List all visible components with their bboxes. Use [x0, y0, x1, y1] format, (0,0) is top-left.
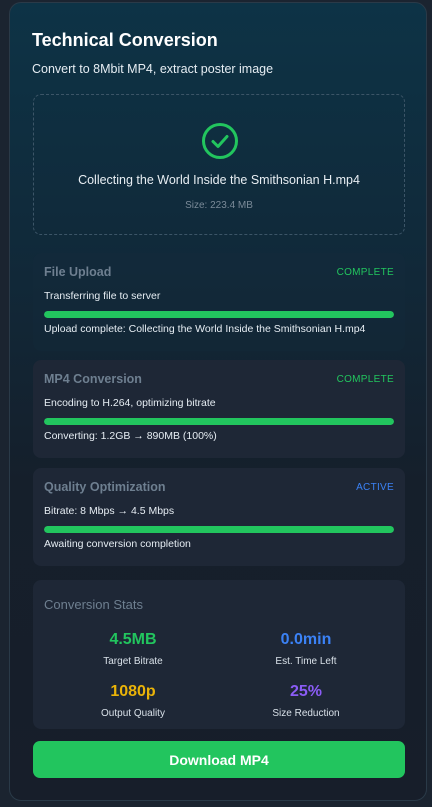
- stat-label: Target Bitrate: [103, 656, 163, 667]
- step-note: Awaiting conversion completion: [44, 538, 191, 550]
- step-description: Bitrate: 8 Mbps → 4.5 Mbps: [44, 505, 175, 517]
- stat-time-left: 0.0min Est. Time Left: [221, 631, 391, 667]
- stats-title: Conversion Stats: [44, 597, 143, 612]
- download-mp4-button[interactable]: Download MP4: [33, 741, 405, 778]
- stat-label: Size Reduction: [272, 708, 340, 719]
- progress-fill: [44, 526, 394, 533]
- page-title: Technical Conversion: [32, 30, 218, 50]
- status-badge: COMPLETE: [336, 267, 394, 278]
- stat-value: 0.0min: [280, 631, 332, 648]
- status-badge: COMPLETE: [336, 374, 394, 385]
- stat-value: 25%: [289, 683, 323, 700]
- stat-label: Output Quality: [101, 708, 165, 719]
- progress-bar: [44, 311, 394, 318]
- progress-fill: [44, 311, 394, 318]
- step-title: Quality Optimization: [44, 480, 166, 494]
- step-file-upload: File Upload COMPLETE Transferring file t…: [33, 253, 405, 351]
- progress-bar: [44, 526, 394, 533]
- step-note: Converting: 1.2GB → 890MB (100%): [44, 430, 217, 442]
- stat-target-bitrate: 4.5MB Target Bitrate: [48, 631, 218, 667]
- step-title: MP4 Conversion: [44, 372, 142, 386]
- step-title: File Upload: [44, 265, 112, 279]
- check-circle-icon: [202, 123, 238, 159]
- step-description: Encoding to H.264, optimizing bitrate: [44, 397, 216, 409]
- conversion-stats: Conversion Stats 4.5MB Target Bitrate 0.…: [33, 580, 405, 729]
- file-name: Collecting the World Inside the Smithson…: [78, 173, 360, 187]
- step-quality-optimization: Quality Optimization ACTIVE Bitrate: 8 M…: [33, 468, 405, 566]
- progress-fill: [44, 418, 394, 425]
- file-size: Size: 223.4 MB: [185, 200, 253, 211]
- stat-label: Est. Time Left: [275, 656, 337, 667]
- conversion-panel: Technical Conversion Convert to 8Mbit MP…: [9, 2, 427, 801]
- step-mp4-conversion: MP4 Conversion COMPLETE Encoding to H.26…: [33, 360, 405, 458]
- file-dropzone[interactable]: Collecting the World Inside the Smithson…: [33, 94, 405, 235]
- stat-output-quality: 1080p Output Quality: [48, 683, 218, 719]
- stat-size-reduction: 25% Size Reduction: [221, 683, 391, 719]
- step-description: Transferring file to server: [44, 290, 161, 302]
- stat-value: 1080p: [110, 683, 156, 700]
- status-badge: ACTIVE: [356, 482, 394, 493]
- page-subtitle: Convert to 8Mbit MP4, extract poster ima…: [32, 62, 274, 76]
- progress-bar: [44, 418, 394, 425]
- stat-value: 4.5MB: [109, 631, 157, 648]
- step-note: Upload complete: Collecting the World In…: [44, 323, 366, 335]
